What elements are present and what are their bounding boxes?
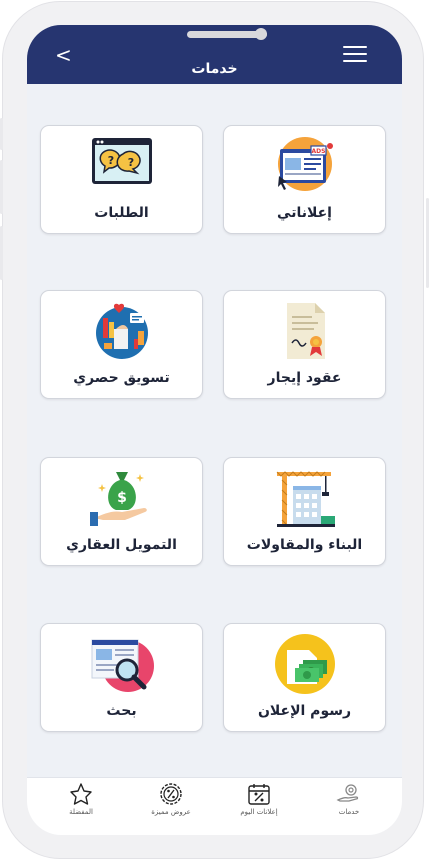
star-icon xyxy=(70,783,92,805)
marketing-icon xyxy=(95,303,148,359)
phone-side-button xyxy=(0,160,3,214)
tab-todays-ads[interactable]: إعلانات اليوم xyxy=(224,782,294,816)
tab-favorites[interactable]: المفضلة xyxy=(46,782,116,816)
header-bar: < خدمات xyxy=(27,25,402,84)
service-label: بحث xyxy=(106,703,137,719)
svg-text:?: ? xyxy=(127,156,133,169)
service-card-requests[interactable]: ? ? الطلبات xyxy=(40,125,203,234)
money-bag-hand-icon: $ xyxy=(89,472,147,526)
phone-side-button xyxy=(0,226,3,280)
svg-text:?: ? xyxy=(107,154,113,167)
service-card-search[interactable]: بحث xyxy=(40,623,203,732)
service-label: البناء والمقاولات xyxy=(246,537,363,553)
tab-label: خدمات xyxy=(338,808,360,816)
contract-certificate-icon xyxy=(286,303,325,359)
tab-featured-offers[interactable]: عروض مميزة xyxy=(136,782,206,816)
bottom-tab-bar: خدمات إعلانات اليوم عروض مميزة المفضلة xyxy=(27,777,402,835)
service-label: تسويق حصري xyxy=(73,370,170,386)
service-card-construction[interactable]: البناء والمقاولات xyxy=(223,457,386,566)
tab-label: إعلانات اليوم xyxy=(240,808,278,816)
ads-billboard-icon: ADS xyxy=(277,137,333,191)
service-card-exclusive-marketing[interactable]: تسويق حصري xyxy=(40,290,203,399)
services-hand-icon xyxy=(336,784,359,802)
phone-side-button xyxy=(0,118,3,150)
service-label: الطلبات xyxy=(94,205,149,221)
svg-text:$: $ xyxy=(117,490,127,506)
service-card-lease-contracts[interactable]: عقود إيجار xyxy=(223,290,386,399)
chat-bubbles-icon: ? ? xyxy=(91,138,152,184)
search-magnifier-icon xyxy=(91,639,154,692)
service-label: إعلاناتي xyxy=(277,205,332,221)
tab-label: عروض مميزة xyxy=(151,808,191,816)
svg-text:ADS: ADS xyxy=(311,148,325,155)
percent-badge-icon xyxy=(160,783,182,805)
calendar-percent-icon xyxy=(248,784,270,805)
service-card-my-ads[interactable]: ADS إعلاناتي xyxy=(223,125,386,234)
construction-crane-icon xyxy=(276,471,335,527)
app-screen: < خدمات ADS إعلاناتي ? ? الطلبات عقود إي… xyxy=(27,25,402,835)
tab-services[interactable]: خدمات xyxy=(314,782,384,816)
service-label: عقود إيجار xyxy=(267,370,342,386)
hamburger-menu-icon[interactable] xyxy=(343,46,367,64)
service-label: رسوم الإعلان xyxy=(257,703,352,719)
service-card-ad-fees[interactable]: رسوم الإعلان xyxy=(223,623,386,732)
service-label: التمويل العقاري xyxy=(66,537,177,553)
tab-label: المفضلة xyxy=(69,808,93,816)
banknotes-icon xyxy=(274,634,335,694)
phone-camera xyxy=(255,28,267,40)
service-card-real-estate-finance[interactable]: $ التمويل العقاري xyxy=(40,457,203,566)
